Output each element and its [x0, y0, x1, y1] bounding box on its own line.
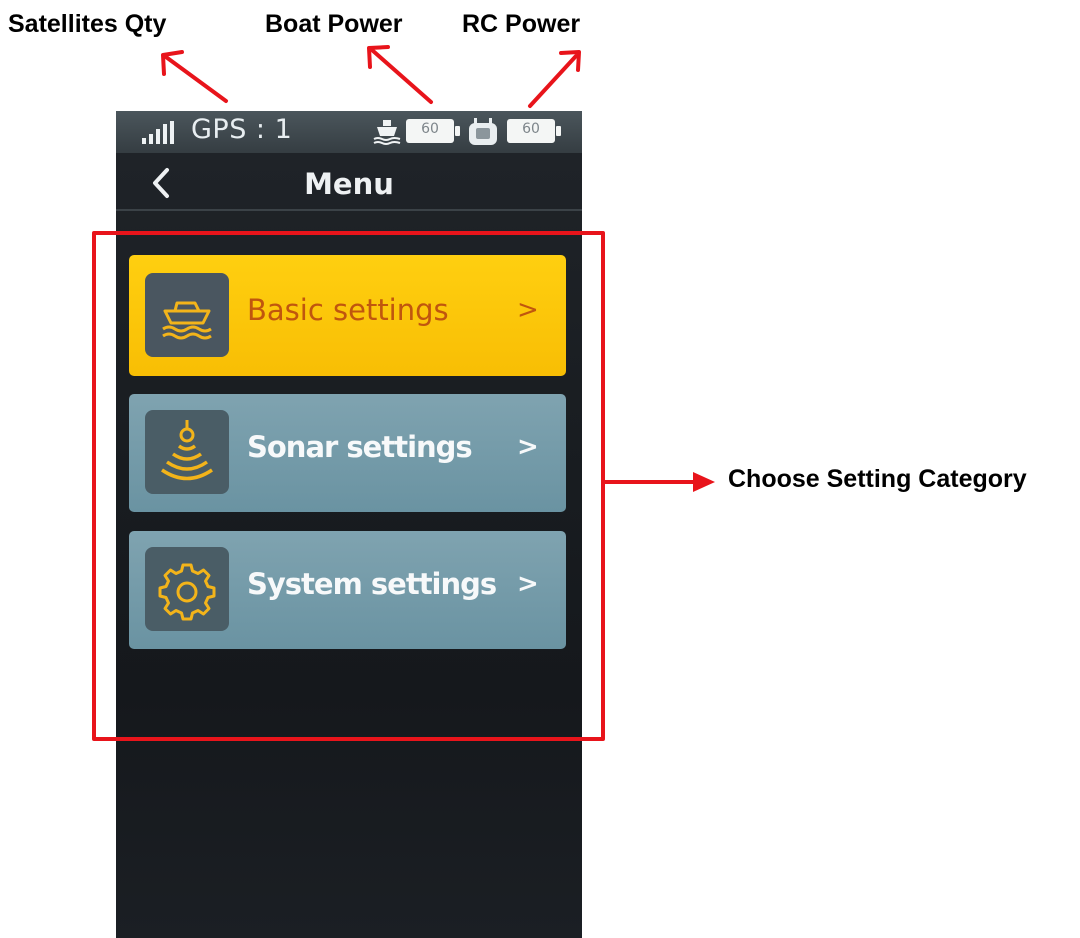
system-settings-icon-box [145, 547, 229, 631]
gps-satellite-count: GPS : 1 [191, 114, 293, 145]
nav-bar: Menu [116, 153, 582, 211]
boat-battery-level: 60 [421, 121, 439, 137]
status-bar: GPS : 1 60 60 [116, 111, 582, 153]
page-title: Menu [304, 167, 394, 201]
system-settings-button[interactable]: System settings > [129, 531, 566, 649]
boat-battery-indicator: 60 [406, 119, 460, 143]
rc-power-callout: RC Power [462, 10, 581, 38]
sonar-settings-button[interactable]: Sonar settings > [129, 394, 566, 512]
boat-icon [162, 301, 212, 340]
satellites-qty-callout: Satellites Qty [8, 10, 167, 38]
sonar-settings-icon-box [145, 410, 229, 494]
divider [116, 209, 582, 211]
rc-battery-level: 60 [522, 121, 540, 137]
sonar-icon [161, 420, 213, 481]
satellites-arrow [161, 50, 228, 103]
gear-icon [158, 563, 216, 621]
basic-settings-icon-box [145, 273, 229, 357]
device-screen: GPS : 1 60 60 Menu Basic settings > Sona… [116, 111, 582, 938]
category-arrow [605, 472, 715, 492]
choose-setting-category-callout: Choose Setting Category [728, 465, 1027, 493]
rc-power-arrow [528, 50, 581, 108]
rc-battery-indicator: 60 [507, 119, 561, 143]
system-settings-label: System settings [247, 567, 497, 601]
chevron-right-icon: > [517, 432, 539, 462]
basic-settings-button[interactable]: Basic settings > [129, 255, 566, 376]
signal-bars-icon [142, 121, 174, 144]
chevron-right-icon: > [517, 295, 539, 325]
boat-power-callout: Boat Power [265, 10, 403, 38]
boat-power-arrow [367, 45, 433, 104]
boat-icon [373, 120, 401, 145]
chevron-right-icon: > [517, 569, 539, 599]
basic-settings-label: Basic settings [247, 293, 449, 327]
remote-control-icon [469, 118, 497, 145]
sonar-settings-label: Sonar settings [247, 430, 473, 464]
